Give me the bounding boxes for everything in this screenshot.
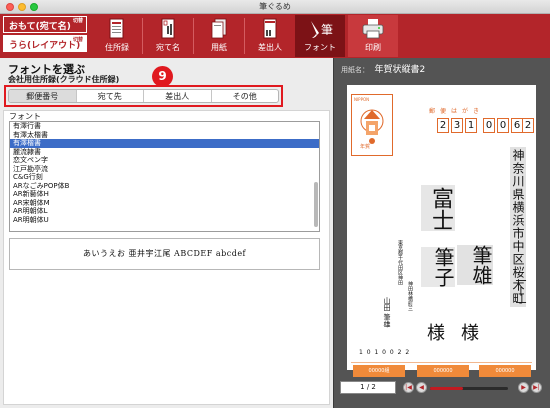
target-tabs: 郵便番号 宛て先 差出人 その他: [8, 89, 279, 103]
sender-label: 差出人: [258, 43, 282, 52]
font-brush-glyph: 筆: [321, 23, 333, 37]
font-list-item[interactable]: 有澤行書: [10, 122, 319, 131]
front-switch-label: 切替: [73, 18, 84, 24]
last-page-button[interactable]: ▶|: [531, 382, 542, 393]
lottery-group: 00000組: [353, 365, 405, 377]
honorific: 様: [461, 323, 479, 344]
page-indicator: 1 / 2: [340, 381, 396, 394]
paper-name-row: 用紙名： 年賀状縦書2: [341, 62, 425, 75]
recipient-button[interactable]: 宛て名: [143, 15, 193, 57]
page-slider-fill: [430, 387, 463, 390]
font-list-item[interactable]: AR明朝体U: [10, 216, 319, 225]
page-navigator: 1 / 2 |◀ ◀ ▶ ▶|: [340, 380, 545, 396]
font-list-item[interactable]: 麗流隷書: [10, 148, 319, 157]
font-list-item[interactable]: ARなごみPOP体B: [10, 182, 319, 191]
front-side-tab[interactable]: おもて(宛て名) 切替: [3, 16, 87, 33]
print-button[interactable]: 印刷: [348, 15, 398, 57]
postal-digit: 0: [497, 118, 509, 133]
sender-name: 山田 筆雄: [383, 297, 391, 328]
back-side-tab[interactable]: うら(レイアウト) 切替: [3, 35, 87, 52]
font-list-item[interactable]: 有澤太楷書: [10, 131, 319, 140]
step-number-badge: 9: [152, 66, 173, 87]
back-side-label: うら(レイアウト): [9, 41, 81, 51]
paper-name-value: 年賀状縦書2: [374, 65, 426, 75]
postal-digit: 2: [522, 118, 534, 133]
paper-name-label: 用紙名：: [341, 66, 369, 74]
postal-digit: 2: [437, 118, 449, 133]
font-list-item[interactable]: 恋文ペン字: [10, 156, 319, 165]
back-switch-label: 切替: [73, 37, 84, 43]
main-toolbar: おもて(宛て名) 切替 うら(レイアウト) 切替 住所録 宛て名 用紙 差出人 …: [0, 14, 550, 58]
print-label: 印刷: [365, 43, 381, 52]
tab-sender[interactable]: 差出人: [144, 90, 212, 102]
font-list[interactable]: 有澤行書 有澤太楷書 有澤楷書 麗流隷書 恋文ペン字 江戸勘亭流 C&G行刻 ARなごみPOP…: [9, 121, 320, 232]
lottery-number: 000000: [479, 365, 531, 377]
font-preview: あいうえお 亜井宇江尾 ABCDEF abcdef: [9, 238, 320, 270]
font-label: フォント: [304, 43, 336, 52]
address-book-label: 住所録: [105, 43, 129, 52]
stamp-word: 年賀: [360, 144, 371, 150]
front-side-label: おもて(宛て名): [9, 22, 71, 32]
paper-button[interactable]: 用紙: [194, 15, 244, 57]
sender-icon: [263, 18, 277, 39]
font-list-item[interactable]: AR明朝体L: [10, 207, 319, 216]
font-brush-icon: 筆: [311, 21, 333, 38]
postal-digit: 3: [451, 118, 463, 133]
font-list-scrollbar[interactable]: [314, 182, 318, 227]
paper-icon: [211, 18, 227, 39]
stamp-illustration-icon: [360, 109, 384, 144]
recipient-label: 宛て名: [156, 43, 180, 52]
address-book-icon: [109, 18, 124, 39]
sender-address: 東京都千代田区神田: [397, 240, 403, 285]
recipient-address-number: 一ー一: [514, 275, 527, 308]
font-settings-panel: フォントを選ぶ 会社用住所録(クラウド住所録) 9 郵便番号 宛て先 差出人 そ…: [0, 58, 333, 408]
window-title: 筆ぐるめ: [259, 2, 291, 11]
address-book-name: 会社用住所録(クラウド住所録): [8, 75, 120, 84]
preview-panel: 用紙名： 年賀状縦書2 NIPPON 年賀 郵便はがき 2 3 1 0 0 6 …: [333, 58, 550, 408]
recipient-surname: 富士: [421, 185, 455, 231]
postal-digit: 0: [483, 118, 495, 133]
page-slider[interactable]: [430, 387, 508, 390]
tab-postal-code[interactable]: 郵便番号: [9, 90, 77, 102]
printer-icon: [362, 19, 384, 39]
font-list-item[interactable]: 江戸勘亭流: [10, 165, 319, 174]
paper-label: 用紙: [211, 43, 227, 52]
first-page-button[interactable]: |◀: [403, 382, 414, 393]
postcard-icon: [161, 18, 175, 39]
font-list-item[interactable]: AR宋朝体M: [10, 199, 319, 208]
font-list-item[interactable]: 有澤楷書: [10, 139, 319, 148]
target-tab-strip-highlight: 郵便番号 宛て先 差出人 その他: [4, 85, 283, 107]
tab-other[interactable]: その他: [212, 90, 279, 102]
font-list-item[interactable]: C&G行刻: [10, 173, 319, 182]
postcard-heading: 郵便はがき: [429, 108, 485, 115]
postcard-preview: NIPPON 年賀 郵便はがき 2 3 1 0 0 6 2 神奈川県横浜市中区桜…: [347, 85, 536, 377]
sender-button[interactable]: 差出人: [245, 15, 295, 57]
lottery-number-strip: 00000組 000000 000000: [351, 362, 532, 378]
recipient-given-name-2: 筆子: [421, 247, 455, 287]
sender-address-sub: 神田林橋町三: [407, 281, 413, 311]
next-page-button[interactable]: ▶: [518, 382, 529, 393]
lottery-number: 000000: [417, 365, 469, 377]
recipient-given-name-1: 筆雄: [457, 245, 493, 285]
postal-digit: 1: [465, 118, 477, 133]
font-button[interactable]: 筆 フォント: [295, 15, 345, 57]
window-titlebar: 筆ぐるめ: [0, 0, 550, 14]
new-year-stamp: NIPPON 年賀: [351, 94, 393, 156]
tab-recipient[interactable]: 宛て先: [77, 90, 144, 102]
address-book-button[interactable]: 住所録: [92, 15, 142, 57]
prev-page-button[interactable]: ◀: [416, 382, 427, 393]
sender-postal-code: 1 0 1 0 0 2 2: [359, 349, 411, 356]
font-list-item[interactable]: AR新藝体H: [10, 190, 319, 199]
honorific: 様: [427, 323, 445, 344]
